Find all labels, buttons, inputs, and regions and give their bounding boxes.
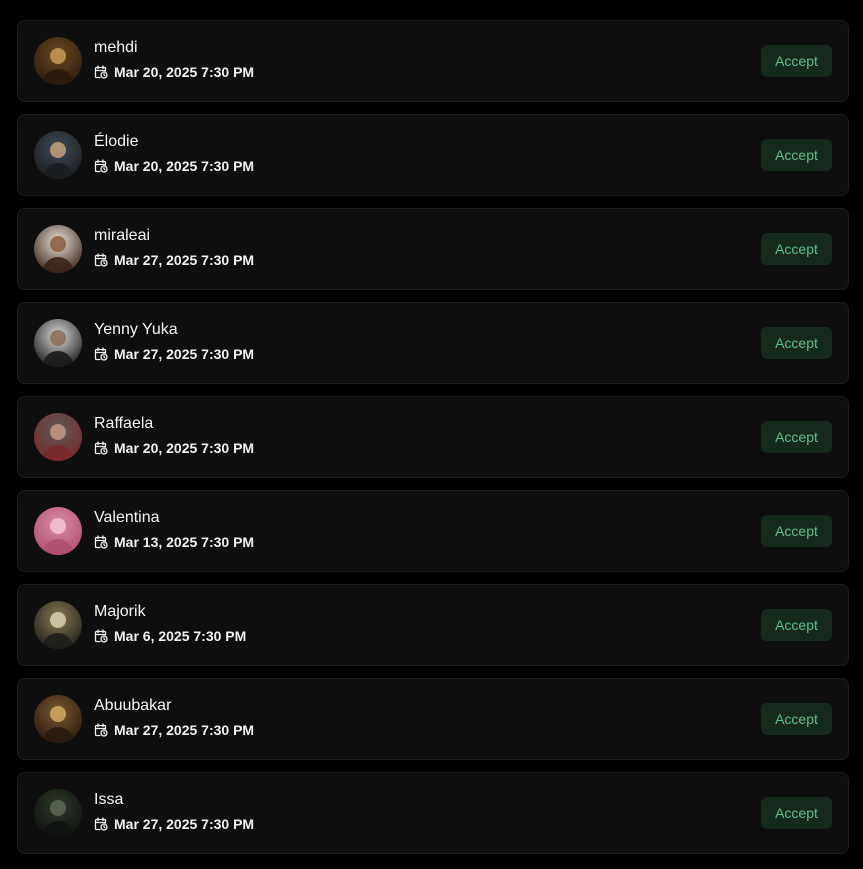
request-card: Élodie Mar 20, 2025 7:30 PM Accept xyxy=(17,114,849,196)
request-card: mehdi Mar 20, 2025 7:30 PM Accept xyxy=(17,20,849,102)
date-row: Mar 20, 2025 7:30 PM xyxy=(94,158,254,174)
request-date: Mar 20, 2025 7:30 PM xyxy=(114,64,255,80)
user-name: miraleai xyxy=(94,227,151,244)
user-name: Yenny Yuka xyxy=(94,321,178,338)
request-card: Abuubakar Mar 27, 2025 7:30 PM Accept xyxy=(17,678,849,760)
accept-button[interactable]: Accept xyxy=(761,233,832,265)
date-row: Mar 20, 2025 7:30 PM xyxy=(94,440,254,456)
calendar-clock-icon xyxy=(94,347,108,361)
calendar-clock-icon xyxy=(94,723,108,737)
avatar[interactable] xyxy=(34,695,82,743)
calendar-clock-icon xyxy=(94,65,108,79)
request-date: Mar 20, 2025 7:30 PM xyxy=(114,440,255,456)
request-date: Mar 27, 2025 7:30 PM xyxy=(114,252,255,268)
request-info: Yenny Yuka Mar 27, 2025 7:30 PM xyxy=(94,321,254,362)
avatar[interactable] xyxy=(34,37,82,85)
user-name: Élodie xyxy=(94,133,139,150)
accept-button[interactable]: Accept xyxy=(761,139,832,171)
calendar-clock-icon xyxy=(94,159,108,173)
request-info: miraleai Mar 27, 2025 7:30 PM xyxy=(94,227,254,268)
request-info: Raffaela Mar 20, 2025 7:30 PM xyxy=(94,415,254,456)
date-row: Mar 27, 2025 7:30 PM xyxy=(94,722,254,738)
accept-button[interactable]: Accept xyxy=(761,421,832,453)
request-card: miraleai Mar 27, 2025 7:30 PM Accept xyxy=(17,208,849,290)
calendar-clock-icon xyxy=(94,253,108,267)
request-card: Yenny Yuka Mar 27, 2025 7:30 PM Accept xyxy=(17,302,849,384)
request-date: Mar 13, 2025 7:30 PM xyxy=(114,534,255,550)
avatar[interactable] xyxy=(34,601,82,649)
request-info: mehdi Mar 20, 2025 7:30 PM xyxy=(94,39,254,80)
avatar[interactable] xyxy=(34,319,82,367)
join-request-list: mehdi Mar 20, 2025 7:30 PM Accept Élodie… xyxy=(17,20,849,866)
request-card: Majorik Mar 6, 2025 7:30 PM Accept xyxy=(17,584,849,666)
request-card: Valentina Mar 13, 2025 7:30 PM Accept xyxy=(17,490,849,572)
request-date: Mar 20, 2025 7:30 PM xyxy=(114,158,255,174)
user-name: Valentina xyxy=(94,509,160,526)
accept-button[interactable]: Accept xyxy=(761,45,832,77)
user-name: mehdi xyxy=(94,39,138,56)
avatar[interactable] xyxy=(34,225,82,273)
avatar[interactable] xyxy=(34,507,82,555)
request-card: Issa Mar 27, 2025 7:30 PM Accept xyxy=(17,772,849,854)
request-info: Issa Mar 27, 2025 7:30 PM xyxy=(94,791,254,832)
request-date: Mar 6, 2025 7:30 PM xyxy=(114,628,247,644)
user-name: Issa xyxy=(94,791,124,808)
date-row: Mar 6, 2025 7:30 PM xyxy=(94,628,246,644)
date-row: Mar 27, 2025 7:30 PM xyxy=(94,816,254,832)
accept-button[interactable]: Accept xyxy=(761,327,832,359)
calendar-clock-icon xyxy=(94,535,108,549)
avatar[interactable] xyxy=(34,413,82,461)
date-row: Mar 27, 2025 7:30 PM xyxy=(94,252,254,268)
request-date: Mar 27, 2025 7:30 PM xyxy=(114,816,255,832)
request-info: Élodie Mar 20, 2025 7:30 PM xyxy=(94,133,254,174)
calendar-clock-icon xyxy=(94,629,108,643)
request-info: Valentina Mar 13, 2025 7:30 PM xyxy=(94,509,254,550)
calendar-clock-icon xyxy=(94,441,108,455)
request-info: Abuubakar Mar 27, 2025 7:30 PM xyxy=(94,697,254,738)
avatar[interactable] xyxy=(34,789,82,837)
accept-button[interactable]: Accept xyxy=(761,515,832,547)
date-row: Mar 27, 2025 7:30 PM xyxy=(94,346,254,362)
avatar[interactable] xyxy=(34,131,82,179)
date-row: Mar 13, 2025 7:30 PM xyxy=(94,534,254,550)
accept-button[interactable]: Accept xyxy=(761,703,832,735)
user-name: Raffaela xyxy=(94,415,154,432)
accept-button[interactable]: Accept xyxy=(761,797,832,829)
accept-button[interactable]: Accept xyxy=(761,609,832,641)
calendar-clock-icon xyxy=(94,817,108,831)
request-info: Majorik Mar 6, 2025 7:30 PM xyxy=(94,603,246,644)
user-name: Abuubakar xyxy=(94,697,172,714)
date-row: Mar 20, 2025 7:30 PM xyxy=(94,64,254,80)
request-date: Mar 27, 2025 7:30 PM xyxy=(114,346,255,362)
request-card: Raffaela Mar 20, 2025 7:30 PM Accept xyxy=(17,396,849,478)
user-name: Majorik xyxy=(94,603,146,620)
request-date: Mar 27, 2025 7:30 PM xyxy=(114,722,255,738)
